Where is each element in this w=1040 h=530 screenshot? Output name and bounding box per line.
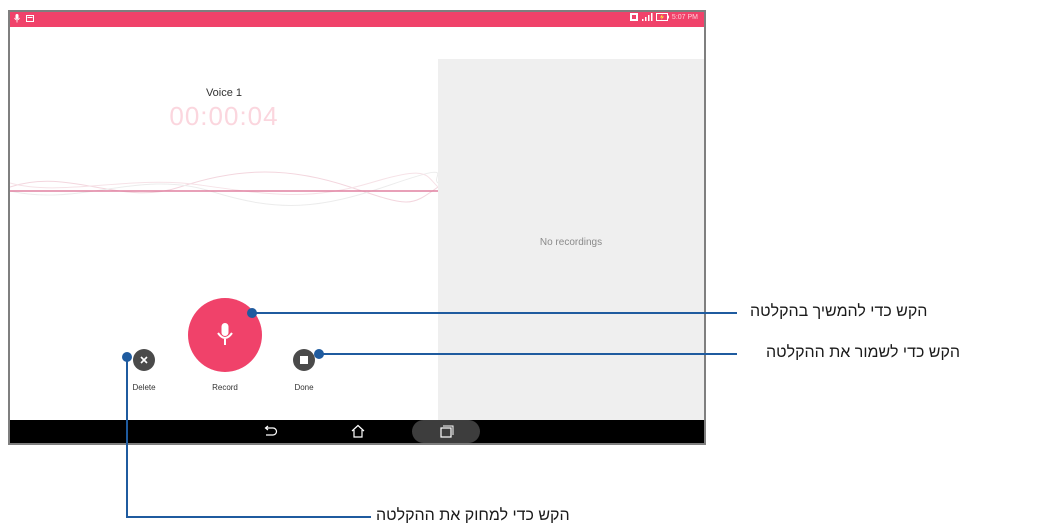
delete-callout: הקש כדי למחוק את ההקלטה: [376, 507, 570, 524]
done-callout: הקש כדי לשמור את ההקלטה: [766, 344, 961, 361]
done-callout-dot: [314, 349, 324, 359]
record-callout: הקש כדי להמשיך בהקלטה: [750, 303, 928, 320]
callout-lines: [122, 308, 737, 518]
record-callout-dot: [247, 308, 257, 318]
delete-callout-dot: [122, 352, 132, 362]
